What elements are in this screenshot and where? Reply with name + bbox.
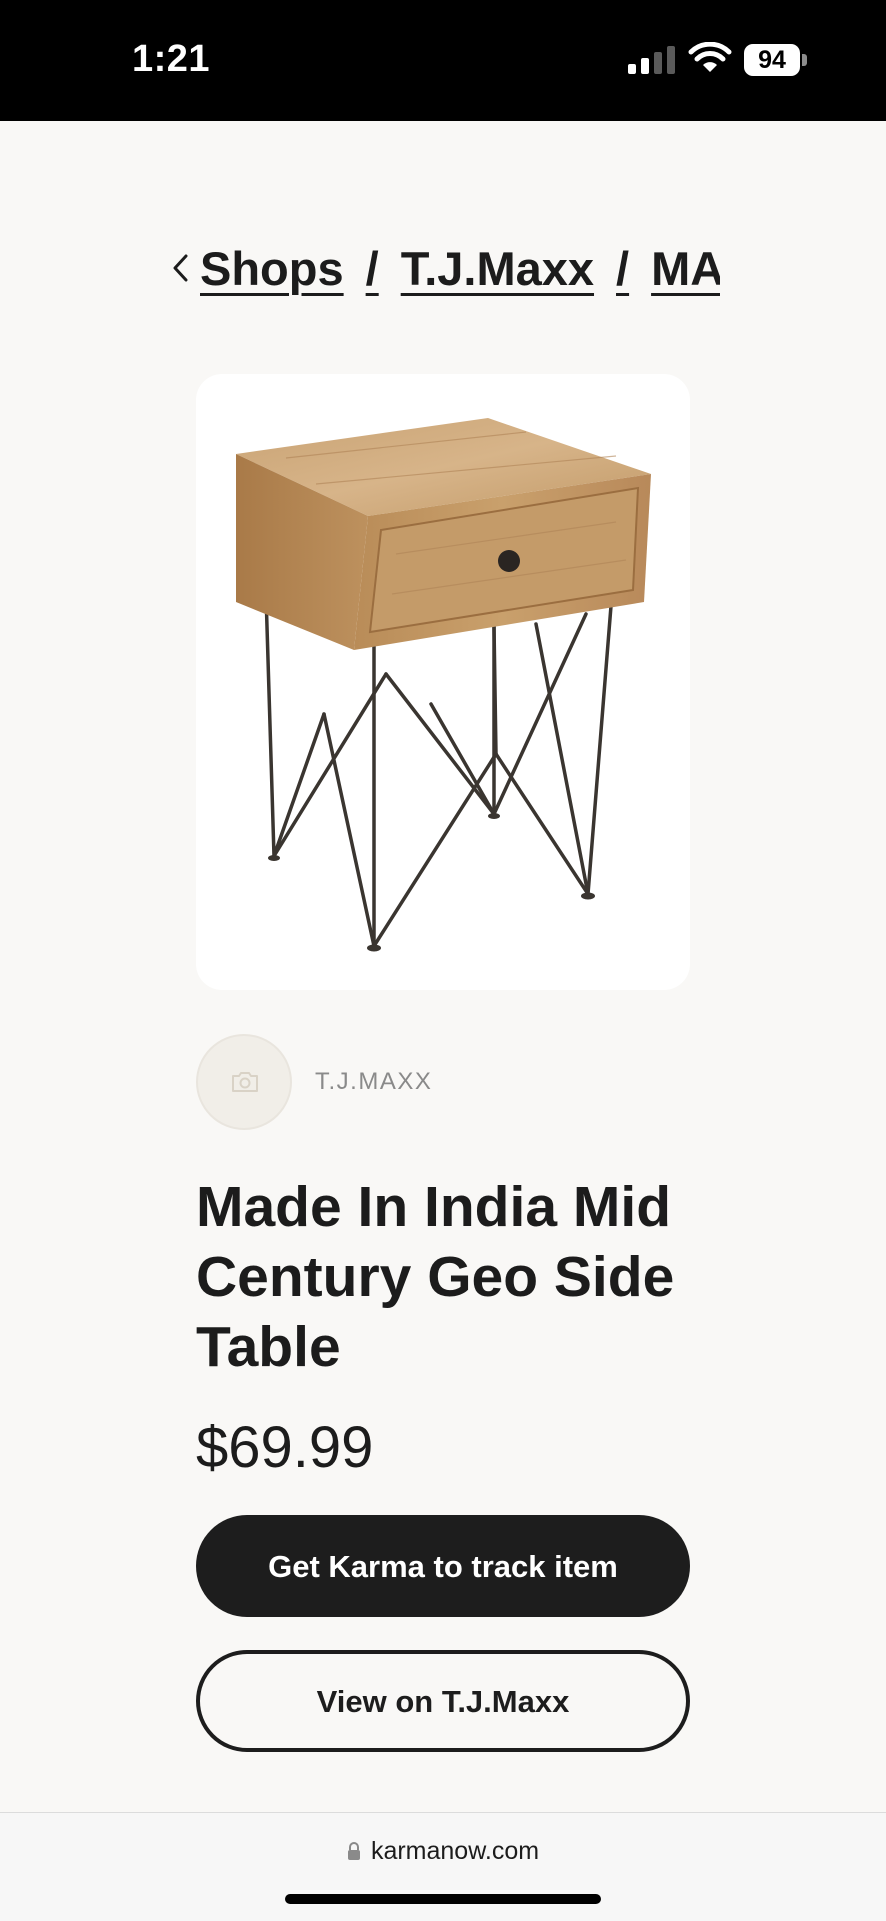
track-item-button[interactable]: Get Karma to track item [196, 1515, 690, 1617]
battery-indicator: 94 [744, 44, 808, 76]
breadcrumb-shops-link[interactable]: Shops [200, 241, 344, 296]
shop-avatar[interactable] [196, 1034, 292, 1130]
breadcrumb-product-link[interactable]: MADE IN INDIA MID CENTURY GEO SIDE TABLE [651, 241, 720, 296]
product-price: $69.99 [196, 1415, 374, 1480]
back-chevron-icon[interactable] [168, 248, 194, 288]
breadcrumb-separator: / [616, 241, 630, 295]
browser-url-bar[interactable]: karmanow.com [0, 1812, 886, 1921]
view-on-store-button[interactable]: View on T.J.Maxx [196, 1650, 690, 1752]
battery-level: 94 [744, 44, 800, 76]
breadcrumb: Shops / T.J.Maxx / MADE IN INDIA MID CEN… [168, 236, 720, 300]
home-indicator[interactable] [285, 1894, 601, 1904]
product-image[interactable] [196, 374, 690, 990]
breadcrumb-separator: / [365, 241, 379, 295]
cellular-signal-icon [628, 46, 675, 74]
camera-icon [232, 1072, 258, 1092]
url-display[interactable]: karmanow.com [0, 1837, 886, 1866]
status-bar: 1:21 94 [0, 0, 886, 121]
wifi-icon [688, 42, 732, 72]
url-text: karmanow.com [370, 1837, 540, 1865]
shop-name[interactable]: T.J.MAXX [315, 1068, 432, 1096]
lock-icon [347, 1842, 360, 1860]
product-title: Made In India Mid Century Geo Side Table [196, 1175, 675, 1379]
breadcrumb-tjmaxx-link[interactable]: T.J.Maxx [401, 241, 594, 296]
status-time: 1:21 [132, 38, 211, 80]
battery-tip [802, 54, 807, 66]
side-table-illustration [236, 418, 651, 952]
